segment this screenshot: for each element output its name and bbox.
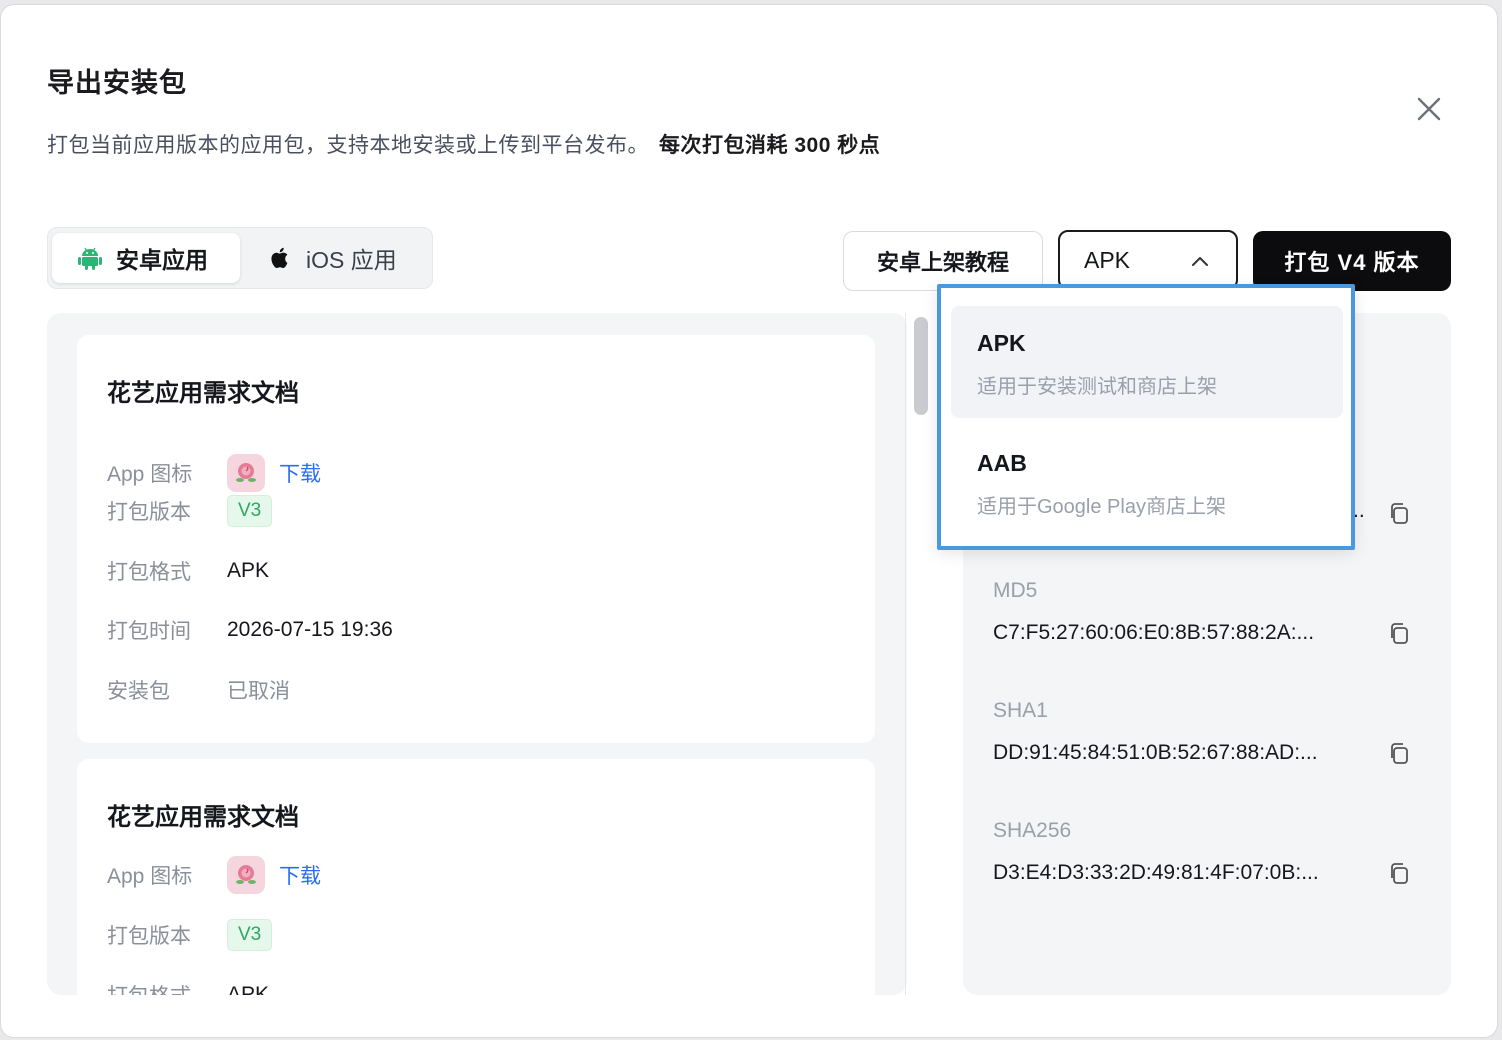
build-title: 花艺应用需求文档 bbox=[107, 380, 299, 407]
app-icon-label: App 图标 bbox=[107, 865, 193, 888]
export-dialog: 导出安装包 打包当前应用版本的应用包，支持本地安装或上传到平台发布。 每次打包消耗… bbox=[0, 4, 1498, 1038]
dialog-title: 导出安装包 bbox=[47, 68, 187, 98]
version-label: 打包版本 bbox=[107, 925, 191, 948]
time-row: 打包时间 2026-07-15 19:36 bbox=[107, 612, 393, 648]
format-select-value: APK bbox=[1084, 246, 1131, 273]
chevron-up-icon bbox=[1192, 257, 1208, 266]
copy-icon[interactable] bbox=[1387, 741, 1413, 767]
package-status: 已取消 bbox=[227, 680, 290, 703]
build-card: 花艺应用需求文档 App 图标 下载 打包版本 V3 bbox=[77, 759, 875, 995]
version-row: 打包版本 V3 bbox=[107, 493, 273, 529]
copy-icon[interactable] bbox=[1387, 861, 1413, 887]
build-button[interactable]: 打包 V4 版本 bbox=[1253, 231, 1451, 291]
download-link[interactable]: 下载 bbox=[279, 458, 321, 488]
app-icon bbox=[227, 454, 265, 492]
dialog-description: 打包当前应用版本的应用包，支持本地安装或上传到平台发布。 bbox=[47, 134, 649, 157]
copy-icon[interactable] bbox=[1387, 501, 1413, 527]
time-value: 2026-07-15 19:36 bbox=[227, 618, 393, 641]
format-select[interactable]: APK bbox=[1058, 230, 1238, 290]
android-icon bbox=[78, 247, 102, 270]
format-value: APK bbox=[227, 559, 270, 582]
option-title: APK bbox=[977, 330, 1026, 356]
app-icon-row: App 图标 下载 bbox=[107, 856, 321, 894]
tab-android-label: 安卓应用 bbox=[116, 247, 208, 273]
tab-android[interactable]: 安卓应用 bbox=[52, 233, 240, 283]
build-card: 花艺应用需求文档 App 图标 下载 打包版本 V3 bbox=[77, 335, 875, 743]
sha256-value: D3:E4:D3:33:2D:49:81:4F:07:0B:... bbox=[993, 861, 1319, 884]
platform-switch: 安卓应用 iOS 应用 bbox=[47, 227, 433, 289]
version-row: 打包版本 V3 bbox=[107, 917, 273, 953]
time-label: 打包时间 bbox=[107, 620, 191, 643]
scroll-thumb[interactable] bbox=[914, 317, 928, 415]
option-title: AAB bbox=[977, 450, 1027, 476]
md5-value: C7:F5:27:60:06:E0:8B:57:88:2A:... bbox=[993, 621, 1315, 644]
option-description: 适用于Google Play商店上架 bbox=[977, 496, 1226, 518]
close-button[interactable] bbox=[1411, 91, 1447, 127]
format-row: 打包格式 APK bbox=[107, 977, 269, 995]
option-description: 适用于安装测试和商店上架 bbox=[977, 376, 1217, 398]
rose-icon bbox=[236, 463, 256, 482]
app-icon-row: App 图标 下载 bbox=[107, 454, 321, 492]
format-option-apk[interactable]: APK 适用于安装测试和商店上架 bbox=[951, 306, 1343, 418]
app-icon-label: App 图标 bbox=[107, 463, 193, 486]
build-title: 花艺应用需求文档 bbox=[107, 804, 299, 831]
package-row: 安装包 已取消 bbox=[107, 672, 290, 708]
cost-note: 每次打包消耗 300 秒点 bbox=[659, 134, 881, 157]
android-tutorial-button[interactable]: 安卓上架教程 bbox=[843, 231, 1043, 291]
copy-icon[interactable] bbox=[1387, 621, 1413, 647]
scrollbar[interactable] bbox=[905, 313, 931, 995]
version-tag: V3 bbox=[227, 919, 273, 951]
version-tag: V3 bbox=[227, 495, 273, 527]
format-label: 打包格式 bbox=[107, 561, 191, 584]
download-link[interactable]: 下载 bbox=[279, 860, 321, 890]
package-label: 安装包 bbox=[107, 680, 170, 703]
build-list[interactable]: 花艺应用需求文档 App 图标 下载 打包版本 V3 打包格式 APK 打包时间… bbox=[47, 313, 907, 995]
format-value: APK bbox=[227, 983, 270, 995]
md5-label: MD5 bbox=[993, 579, 1038, 602]
format-option-aab[interactable]: AAB 适用于Google Play商店上架 bbox=[951, 426, 1343, 538]
sha1-label: SHA1 bbox=[993, 699, 1048, 722]
tab-ios[interactable]: iOS 应用 bbox=[264, 233, 430, 283]
apple-icon bbox=[271, 247, 288, 268]
rose-icon bbox=[236, 865, 256, 884]
dialog-subtitle: 打包当前应用版本的应用包，支持本地安装或上传到平台发布。 每次打包消耗 300 秒… bbox=[47, 129, 880, 159]
app-icon bbox=[227, 856, 265, 894]
close-icon bbox=[1417, 97, 1441, 121]
sha256-label: SHA256 bbox=[993, 819, 1072, 842]
version-label: 打包版本 bbox=[107, 501, 191, 524]
format-label: 打包格式 bbox=[107, 980, 227, 995]
tab-ios-label: iOS 应用 bbox=[306, 247, 397, 273]
format-dropdown: APK 适用于安装测试和商店上架 AAB 适用于Google Play商店上架 bbox=[937, 284, 1355, 550]
format-row: 打包格式 APK bbox=[107, 553, 269, 589]
sha1-value: DD:91:45:84:51:0B:52:67:88:AD:... bbox=[993, 741, 1318, 764]
